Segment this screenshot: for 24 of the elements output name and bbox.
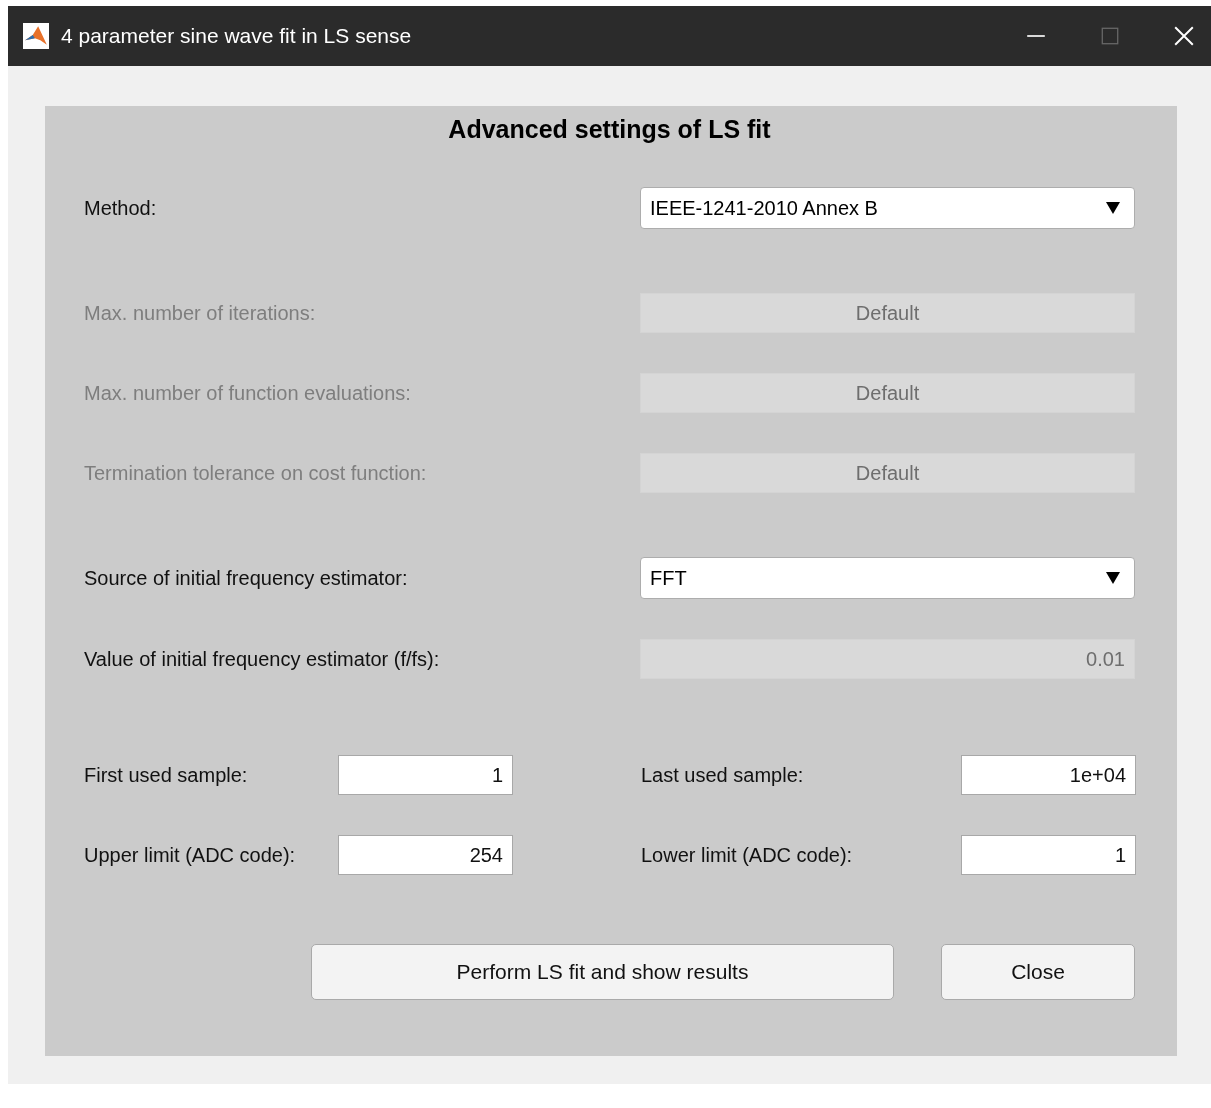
input-field[interactable]: 1 — [338, 755, 513, 795]
field-label: Last used sample: — [641, 763, 805, 787]
dropdown[interactable]: FFT — [640, 557, 1135, 599]
field-label: Max. number of iterations: — [84, 301, 317, 325]
field-label: Upper limit (ADC code): — [84, 843, 297, 867]
field-label: Source of initial frequency estimator: — [84, 566, 409, 590]
field-label: First used sample: — [84, 763, 249, 787]
input-field[interactable]: 254 — [338, 835, 513, 875]
caret-icon — [1106, 202, 1120, 214]
close-button[interactable]: Close — [941, 944, 1135, 1000]
window-title: 4 parameter sine wave fit in LS sense — [61, 24, 413, 48]
field-label: Max. number of function evaluations: — [84, 381, 412, 405]
input-field[interactable]: 1e+04 — [961, 755, 1136, 795]
input-field[interactable]: 1 — [961, 835, 1136, 875]
field-label: Value of initial frequency estimator (f/fs): — [84, 647, 441, 671]
field-label: Termination tolerance on cost function: — [84, 461, 428, 485]
field-label: Method: — [84, 196, 158, 220]
app-icon — [23, 23, 49, 49]
caret-icon — [1106, 572, 1120, 584]
close-icon[interactable] — [1173, 25, 1195, 47]
panel-title: Advanced settings of LS fit — [447, 114, 772, 144]
run-button[interactable]: Perform LS fit and show results — [311, 944, 894, 1000]
field-label: Lower limit (ADC code): — [641, 843, 854, 867]
dropdown[interactable]: IEEE-1241-2010 Annex B — [640, 187, 1135, 229]
